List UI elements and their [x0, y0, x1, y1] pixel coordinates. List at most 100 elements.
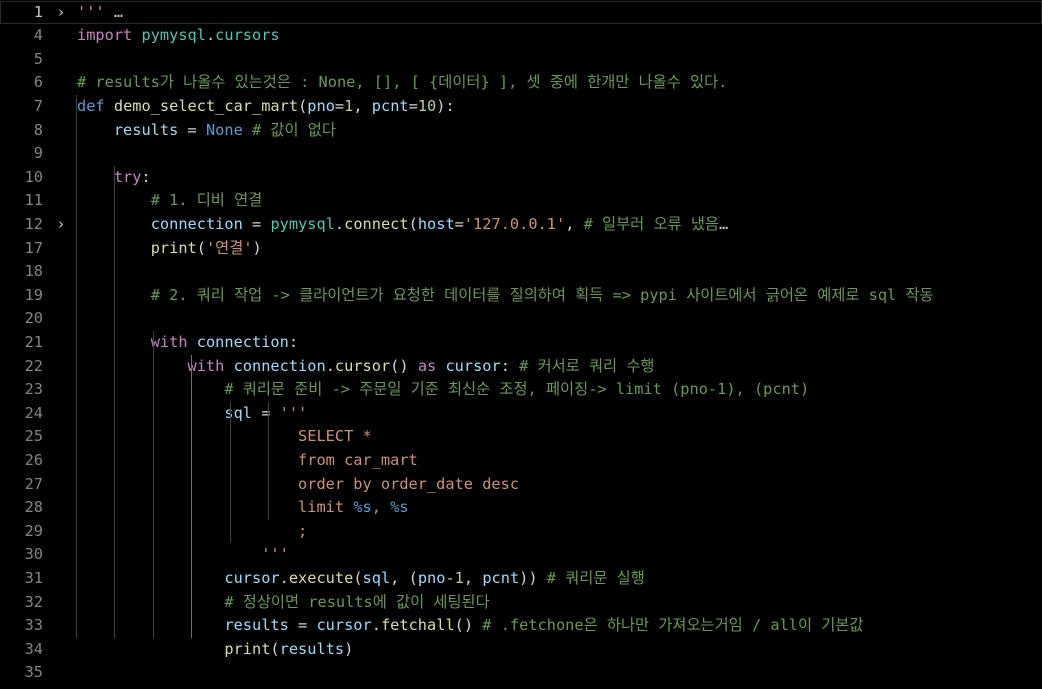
line-number: 19	[24, 285, 43, 304]
line-code: sql = '''	[77, 402, 307, 426]
code-line[interactable]: 1 › ''' …	[0, 0, 1042, 25]
code-line[interactable]: 27 order by order_date desc	[0, 473, 1042, 497]
code-token: cursor	[334, 356, 391, 375]
code-line[interactable]: 34 print(results)	[0, 638, 1042, 662]
line-number: 30	[24, 545, 43, 564]
code-line[interactable]: 6 # results가 나올수 있는것은 : None, [], [ {데이터}…	[0, 71, 1042, 95]
code-editor[interactable]: 1 › ''' … 4 import pymysql.cursors 5 6 # result…	[0, 0, 1042, 689]
indent-guide	[268, 401, 269, 520]
code-token: %s	[353, 498, 372, 517]
code-token: pno	[307, 96, 335, 115]
code-token: ,	[353, 96, 372, 115]
code-line[interactable]: 33 results = cursor.fetchall() # .fetcho…	[0, 614, 1042, 638]
code-token: =	[454, 214, 464, 233]
code-line[interactable]: 5	[0, 48, 1042, 72]
code-line[interactable]: 17 print('연결')	[0, 237, 1042, 261]
line-number: 5	[33, 49, 43, 68]
line-number: 35	[24, 663, 43, 682]
line-code: with connection:	[77, 331, 298, 355]
code-token: cursors	[215, 26, 280, 45]
code-token: 1	[454, 568, 464, 587]
fold-chevron-icon[interactable]: ›	[53, 213, 69, 237]
code-line[interactable]: 35	[0, 661, 1042, 685]
code-token: SELECT *	[298, 427, 372, 446]
code-line[interactable]: 26 from car_mart	[0, 449, 1042, 473]
code-token: fetchall	[380, 616, 455, 635]
line-code: # 2. 쿼리 작업 -> 클라이언트가 요청한 데이터를 질의하여 획득 =>…	[77, 284, 934, 308]
code-line[interactable]: 9	[0, 142, 1042, 166]
code-line[interactable]: 7 def demo_select_car_mart(pno=1, pcnt=10…	[0, 95, 1042, 119]
line-code: def demo_select_car_mart(pno=1, pcnt=10)…	[77, 95, 455, 119]
code-line[interactable]: 22 with connection.cursor() as cursor: #…	[0, 355, 1042, 379]
code-token: 1	[344, 96, 354, 115]
code-line[interactable]: 10 try:	[0, 166, 1042, 190]
code-token: connection	[150, 214, 243, 233]
code-token: connect	[344, 214, 409, 233]
line-number: 33	[24, 616, 43, 635]
code-token: with	[150, 332, 188, 351]
line-number: 6	[33, 73, 43, 92]
code-token: # 값이 없다	[252, 120, 336, 139]
code-token: sql	[224, 403, 252, 422]
code-token: as	[417, 356, 437, 375]
code-token: cursor	[445, 356, 501, 375]
code-token: :	[288, 332, 299, 351]
line-code: limit %s, %s	[77, 496, 409, 520]
code-token: def	[77, 96, 105, 115]
line-number: 4	[33, 26, 43, 45]
line-code: print('연결')	[77, 237, 262, 261]
code-line[interactable]: 31 cursor.execute(sql, (pno-1, pcnt)) # …	[0, 567, 1042, 591]
code-token: ):	[436, 96, 455, 115]
code-line[interactable]: 20	[0, 307, 1042, 331]
code-line[interactable]: 18	[0, 260, 1042, 284]
code-line[interactable]: 21 with connection:	[0, 331, 1042, 355]
code-line[interactable]: 23 # 쿼리문 준비 -> 주문일 기준 최신순 조정, 페이징-> limi…	[0, 378, 1042, 402]
code-token: :	[500, 356, 520, 375]
code-token: )	[344, 639, 354, 658]
line-code: results = None # 값이 없다	[77, 119, 336, 143]
code-token: …	[104, 2, 124, 21]
code-token: # 1. 디비 연결	[150, 191, 263, 210]
code-token: pcnt	[371, 96, 409, 115]
code-token: 10	[417, 96, 437, 115]
code-token: # 2. 쿼리 작업 -> 클라이언트가 요청한 데이터를 질의하여 획득 =>…	[150, 285, 934, 304]
line-number: 34	[24, 639, 43, 658]
code-token: (	[408, 214, 418, 233]
code-token: ()	[390, 356, 418, 375]
code-line[interactable]: 24 sql = '''	[0, 402, 1042, 426]
code-line[interactable]: 28 limit %s, %s	[0, 496, 1042, 520]
fold-chevron-icon[interactable]: ›	[53, 1, 69, 25]
code-line[interactable]: 30 '''	[0, 543, 1042, 567]
code-token: …	[718, 214, 729, 233]
code-line[interactable]: 25 SELECT *	[0, 425, 1042, 449]
code-line[interactable]: 19 # 2. 쿼리 작업 -> 클라이언트가 요청한 데이터를 질의하여 획득…	[0, 284, 1042, 308]
code-token: import	[77, 26, 133, 45]
code-line[interactable]: 4 import pymysql.cursors	[0, 24, 1042, 48]
code-line[interactable]: 32 # 정상이면 results에 값이 세팅된다	[0, 591, 1042, 615]
indent-guide	[230, 401, 231, 544]
line-number: 23	[24, 380, 43, 399]
line-number: 10	[24, 167, 43, 186]
code-token: execute	[288, 568, 354, 587]
code-token: connection	[233, 356, 326, 375]
code-line[interactable]: 11 # 1. 디비 연결	[0, 189, 1042, 213]
line-number: 24	[24, 403, 43, 422]
code-token: # 쿼리문 준비 -> 주문일 기준 최신순 조정, 페이징-> limit (…	[224, 380, 810, 399]
code-token: with	[187, 356, 225, 375]
line-code: connection = pymysql.connect(host='127.0…	[77, 213, 729, 237]
line-number: 20	[24, 309, 43, 328]
code-line[interactable]: 29 ;	[0, 520, 1042, 544]
code-line[interactable]: 12 › connection = pymysql.connect(host='1…	[0, 213, 1042, 237]
code-token: # 정상이면 results에 값이 세팅된다	[224, 592, 490, 611]
code-token: (	[298, 96, 308, 115]
line-code: cursor.execute(sql, (pno-1, pcnt)) # 쿼리문…	[77, 567, 644, 591]
code-token: =	[252, 403, 280, 422]
code-line[interactable]: 8 results = None # 값이 없다	[0, 119, 1042, 143]
line-number: 29	[24, 521, 43, 540]
code-token: host	[417, 214, 455, 233]
code-token: -	[445, 568, 455, 587]
